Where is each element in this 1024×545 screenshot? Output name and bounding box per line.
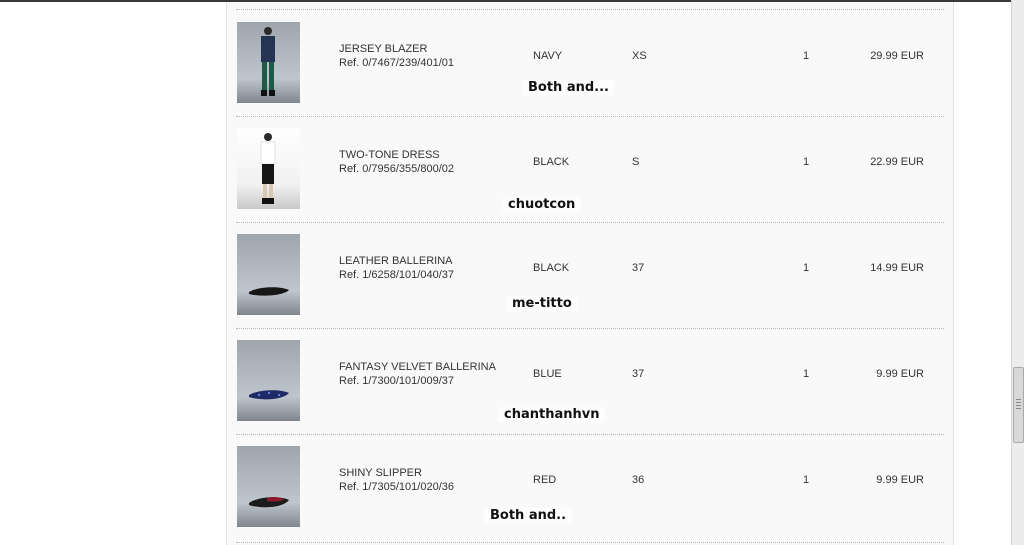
table-row: JERSEY BLAZER Ref. 0/7467/239/401/01 NAV… [236,9,944,117]
table-row: TWO-TONE DRESS Ref. 0/7956/355/800/02 BL… [236,116,944,223]
vertical-scrollbar[interactable] [1011,0,1024,545]
product-name[interactable]: FANTASY VELVET BALLERINA [339,361,496,373]
product-ref: Ref. 0/7956/355/800/02 [339,163,454,175]
product-color: RED [533,474,557,486]
velvet-shoe-icon [249,390,289,400]
shiny-slipper-image[interactable] [237,446,300,527]
slipper-shoe-icon [249,496,289,508]
product-color: BLACK [533,262,570,274]
product-figure-icon [260,133,276,204]
product-price: 14.99 EUR [870,262,924,274]
velvet-ballerina-image[interactable] [237,340,300,421]
product-size: 37 [632,262,645,274]
product-price: 9.99 EUR [876,368,924,380]
product-color: BLACK [533,156,570,168]
product-quantity: 1 [803,474,810,486]
jersey-blazer-image[interactable] [237,22,300,103]
watermark-text: chuotcon [502,197,582,212]
product-size: 37 [632,368,645,380]
scrollbar-thumb[interactable] [1013,367,1024,443]
product-name[interactable]: SHINY SLIPPER [339,467,422,479]
watermark-text: me-titto [506,296,578,311]
product-quantity: 1 [803,156,810,168]
product-color: BLUE [533,368,562,380]
product-price: 22.99 EUR [870,156,924,168]
product-quantity: 1 [803,262,810,274]
product-quantity: 1 [803,50,810,62]
product-quantity: 1 [803,368,810,380]
product-ref: Ref. 1/7300/101/009/37 [339,375,454,387]
product-name[interactable]: LEATHER BALLERINA [339,255,453,267]
product-price: 9.99 EUR [876,474,924,486]
product-figure-icon [261,27,275,96]
two-tone-dress-image[interactable] [237,128,300,209]
watermark-text: chanthanhvn [498,407,606,422]
product-size: S [632,156,640,168]
watermark-text: Both and... [522,80,615,95]
ballerina-shoe-icon [249,287,289,296]
product-name[interactable]: JERSEY BLAZER [339,43,427,55]
leather-ballerina-image[interactable] [237,234,300,315]
product-ref: Ref. 1/7305/101/020/36 [339,481,454,493]
order-items-panel: JERSEY BLAZER Ref. 0/7467/239/401/01 NAV… [226,2,954,545]
table-row: LEATHER BALLERINA Ref. 1/6258/101/040/37… [236,222,944,329]
product-name[interactable]: TWO-TONE DRESS [339,149,440,161]
product-price: 29.99 EUR [870,50,924,62]
product-size: XS [632,50,647,62]
table-row: SHINY SLIPPER Ref. 1/7305/101/020/36 RED… [236,434,944,543]
product-ref: Ref. 1/6258/101/040/37 [339,269,454,281]
grip-icon [1016,399,1021,409]
product-color: NAVY [533,50,563,62]
table-row: FANTASY VELVET BALLERINA Ref. 1/7300/101… [236,328,944,435]
product-ref: Ref. 0/7467/239/401/01 [339,57,454,69]
product-size: 36 [632,474,645,486]
watermark-text: Both and.. [484,508,573,523]
